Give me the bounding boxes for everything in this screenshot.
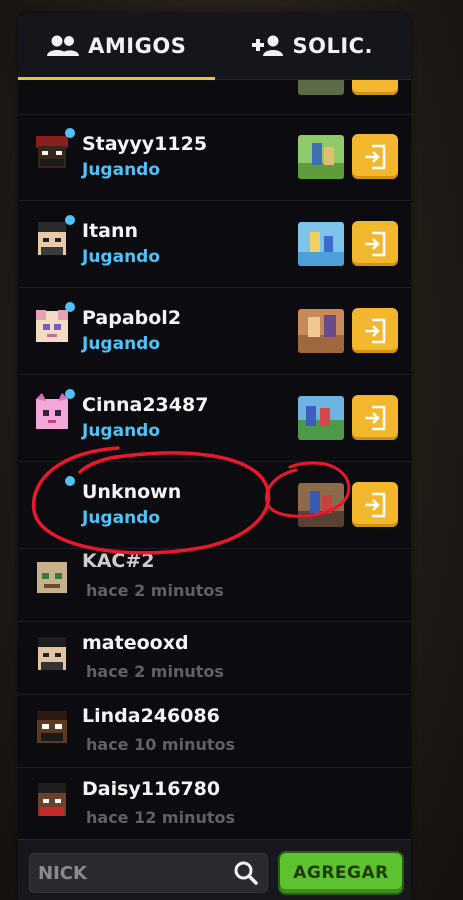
friend-status: Jugando	[82, 247, 161, 267]
friend-name: mateooxd	[82, 632, 189, 654]
join-icon	[365, 405, 386, 430]
friend-row[interactable]: KAC#2 hace 2 minutos	[18, 549, 411, 622]
friend-row[interactable]: Stayyy1125 Jugando	[18, 114, 411, 201]
friends-panel: AMIGOS SOLIC. Stayyy1125 Jugando Itann J…	[18, 13, 411, 900]
online-indicator	[65, 389, 75, 399]
friend-status: Jugando	[82, 421, 161, 441]
add-button[interactable]: AGREGAR	[280, 853, 402, 893]
friend-name: Stayyy1125	[82, 133, 208, 155]
tab-solicitudes[interactable]: SOLIC.	[215, 13, 412, 79]
game-thumbnail	[298, 483, 344, 527]
friend-row[interactable]: Unknown Jugando	[18, 462, 411, 549]
join-icon	[365, 144, 386, 169]
avatar	[37, 711, 67, 743]
friend-row[interactable]: Papabol2 Jugando	[18, 288, 411, 375]
online-indicator	[65, 128, 75, 138]
friend-name: Daisy116780	[82, 778, 221, 800]
avatar	[36, 136, 68, 168]
friend-row[interactable]: mateooxd hace 2 minutos	[18, 622, 411, 695]
game-thumbnail	[298, 135, 344, 179]
avatar	[38, 783, 66, 816]
avatar	[36, 310, 68, 342]
tab-amigos[interactable]: AMIGOS	[18, 13, 215, 79]
add-friend-icon	[252, 35, 284, 56]
friend-row[interactable]: Cinna23487 Jugando	[18, 375, 411, 462]
tab-solicitudes-label: SOLIC.	[292, 34, 374, 58]
friend-status: hace 10 minutos	[86, 735, 236, 754]
join-button[interactable]	[352, 395, 398, 440]
friend-row[interactable]: Daisy116780 hace 12 minutos	[18, 768, 411, 838]
game-thumbnail	[298, 309, 344, 353]
friend-row[interactable]: Itann Jugando	[18, 201, 411, 288]
avatar	[38, 637, 66, 670]
search-icon[interactable]	[233, 860, 259, 886]
friend-status: Jugando	[82, 334, 161, 354]
search-box	[29, 853, 268, 893]
tab-amigos-label: AMIGOS	[88, 34, 187, 58]
friend-status: hace 2 minutos	[86, 581, 224, 600]
friend-status: Jugando	[82, 160, 161, 180]
online-indicator	[65, 476, 75, 486]
add-friend-bar: AGREGAR	[18, 839, 411, 900]
friend-name: KAC#2	[82, 550, 155, 572]
join-button[interactable]	[352, 80, 398, 95]
friend-name: Unknown	[82, 481, 182, 503]
game-thumbnail	[298, 396, 344, 440]
friend-status: hace 12 minutos	[86, 808, 236, 827]
online-indicator	[65, 302, 75, 312]
online-indicator	[65, 215, 75, 225]
friend-status: hace 2 minutos	[86, 662, 224, 681]
avatar	[38, 222, 66, 255]
join-button[interactable]	[352, 134, 398, 179]
tab-bar: AMIGOS SOLIC.	[18, 13, 411, 80]
list-item[interactable]	[18, 80, 411, 115]
join-icon	[365, 231, 386, 256]
avatar	[36, 393, 68, 429]
friends-list[interactable]: Stayyy1125 Jugando Itann Jugando Papabol…	[18, 80, 411, 838]
join-button[interactable]	[352, 221, 398, 266]
friend-name: Papabol2	[82, 307, 182, 329]
join-button[interactable]	[352, 308, 398, 353]
friend-name: Cinna23487	[82, 394, 209, 416]
join-icon	[365, 492, 386, 517]
join-icon	[365, 318, 386, 343]
friend-name: Linda246086	[82, 705, 220, 727]
avatar	[37, 562, 67, 593]
friend-status: Jugando	[82, 508, 161, 528]
game-thumbnail	[298, 80, 344, 95]
people-icon	[47, 35, 80, 56]
friend-row[interactable]: Linda246086 hace 10 minutos	[18, 695, 411, 768]
join-button[interactable]	[352, 482, 398, 527]
friend-name: Itann	[82, 220, 139, 242]
nick-input[interactable]	[36, 857, 230, 889]
game-thumbnail	[298, 222, 344, 266]
